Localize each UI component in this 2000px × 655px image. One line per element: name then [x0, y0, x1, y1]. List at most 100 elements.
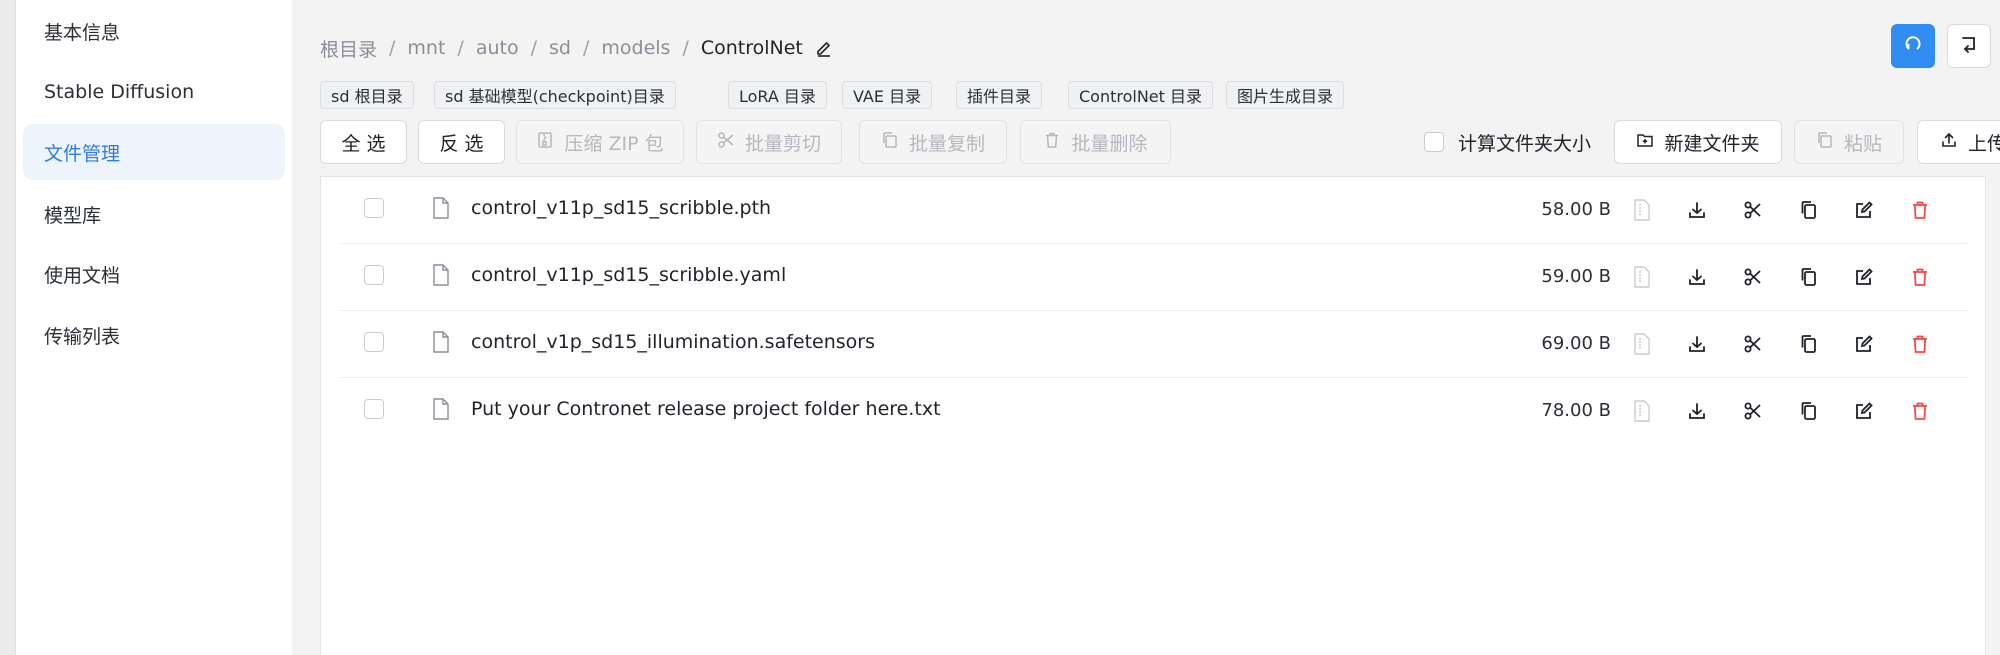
sidebar-item-basic-info[interactable]: 基本信息 — [23, 3, 285, 59]
breadcrumb-current: ControlNet — [700, 37, 803, 59]
file-icon — [432, 197, 450, 223]
row-checkbox[interactable] — [364, 399, 384, 419]
trash-icon — [1043, 131, 1061, 154]
breadcrumb-separator: / — [582, 37, 590, 59]
select-all-button[interactable]: 全 选 — [320, 120, 407, 164]
scissors-icon[interactable] — [1740, 398, 1766, 424]
scissors-icon[interactable] — [1740, 197, 1766, 223]
file-size: 58.00 B — [1541, 199, 1611, 220]
row-checkbox[interactable] — [364, 265, 384, 285]
file-list: control_v11p_sd15_scribble.pth 58.00 B c… — [320, 176, 1986, 655]
edit-icon[interactable] — [1851, 264, 1877, 290]
file-row[interactable]: control_v11p_sd15_scribble.pth 58.00 B — [341, 177, 1967, 244]
file-preview-icon[interactable] — [1629, 398, 1655, 424]
sidebar-item-stable-diffusion[interactable]: Stable Diffusion — [23, 64, 285, 120]
paste-label: 粘贴 — [1843, 132, 1882, 155]
calc-folder-size-checkbox[interactable] — [1424, 132, 1444, 152]
batch-copy-button[interactable]: 批量复制 — [859, 120, 1007, 164]
sidebar-item-model-library[interactable]: 模型库 — [23, 186, 285, 242]
zip-icon — [536, 131, 554, 154]
copy-icon[interactable] — [1796, 331, 1822, 357]
download-icon[interactable] — [1684, 264, 1710, 290]
breadcrumb-item-models[interactable]: models — [601, 37, 670, 59]
tag-sd-root[interactable]: sd 根目录 — [320, 81, 414, 109]
batch-copy-label: 批量复制 — [908, 132, 985, 155]
file-name[interactable]: control_v1p_sd15_illumination.safetensor… — [471, 331, 875, 353]
file-name[interactable]: Put your Contronet release project folde… — [471, 398, 941, 420]
sidebar-item-label: 基本信息 — [44, 21, 121, 44]
scissors-icon[interactable] — [1740, 331, 1766, 357]
new-folder-label: 新建文件夹 — [1664, 132, 1760, 155]
trash-icon[interactable] — [1907, 197, 1933, 223]
file-manager-panel: 根目录 / mnt / auto / sd / models / Control… — [292, 0, 2000, 655]
copy-icon[interactable] — [1796, 398, 1822, 424]
tag-checkpoint-dir[interactable]: sd 基础模型(checkpoint)目录 — [434, 81, 676, 109]
sidebar-item-label: 模型库 — [44, 204, 102, 227]
sidebar-item-label: 传输列表 — [44, 325, 121, 348]
file-icon — [432, 398, 450, 424]
sidebar-item-label: Stable Diffusion — [44, 81, 195, 103]
refresh-icon — [1903, 34, 1923, 58]
file-preview-icon[interactable] — [1629, 264, 1655, 290]
scissors-icon[interactable] — [1740, 264, 1766, 290]
breadcrumb-separator: / — [389, 37, 396, 59]
edit-icon[interactable] — [1851, 398, 1877, 424]
paste-button[interactable]: 粘贴 — [1794, 120, 1904, 164]
upload-label: 上传 — [1967, 132, 2000, 155]
file-size: 59.00 B — [1541, 266, 1611, 287]
download-icon[interactable] — [1684, 331, 1710, 357]
file-row[interactable]: control_v1p_sd15_illumination.safetensor… — [341, 311, 1967, 378]
upload-icon — [1940, 131, 1958, 154]
invert-select-button[interactable]: 反 选 — [418, 120, 505, 164]
upload-button[interactable]: 上传 — [1917, 120, 2000, 164]
batch-delete-button[interactable]: 批量删除 — [1020, 120, 1171, 164]
new-folder-button[interactable]: 新建文件夹 — [1614, 120, 1782, 164]
tag-controlnet-dir[interactable]: ControlNet 目录 — [1068, 81, 1214, 109]
file-size: 69.00 B — [1541, 333, 1611, 354]
breadcrumb-separator: / — [682, 37, 689, 59]
breadcrumb: 根目录 / mnt / auto / sd / models / Control… — [320, 34, 833, 62]
copy-icon[interactable] — [1796, 264, 1822, 290]
file-name[interactable]: control_v11p_sd15_scribble.yaml — [471, 264, 786, 286]
calc-folder-size-label: 计算文件夹大小 — [1458, 132, 1592, 155]
sidebar-item-label: 文件管理 — [44, 142, 121, 165]
toolbar: 全 选 反 选 压缩 ZIP 包 批量剪切 批量复制 批量删除 计算文件夹大小 … — [320, 120, 2000, 164]
row-checkbox[interactable] — [364, 332, 384, 352]
zip-button[interactable]: 压缩 ZIP 包 — [516, 120, 684, 164]
copy-icon[interactable] — [1796, 197, 1822, 223]
row-checkbox[interactable] — [364, 198, 384, 218]
sidebar-item-file-manager[interactable]: 文件管理 — [23, 124, 285, 180]
calc-folder-size-toggle[interactable]: 计算文件夹大小 — [1424, 120, 1591, 164]
zip-label: 压缩 ZIP 包 — [564, 132, 664, 155]
download-icon[interactable] — [1684, 197, 1710, 223]
edit-icon[interactable] — [1851, 331, 1877, 357]
download-icon[interactable] — [1684, 398, 1710, 424]
sidebar-item-docs[interactable]: 使用文档 — [23, 246, 285, 302]
file-preview-icon[interactable] — [1629, 197, 1655, 223]
tag-lora-dir[interactable]: LoRA 目录 — [728, 81, 827, 109]
file-size: 78.00 B — [1541, 400, 1611, 421]
trash-icon[interactable] — [1907, 398, 1933, 424]
return-button[interactable] — [1947, 24, 1991, 68]
tag-plugin-dir[interactable]: 插件目录 — [956, 81, 1043, 109]
file-row[interactable]: Put your Contronet release project folde… — [341, 378, 1967, 445]
breadcrumb-item-sd[interactable]: sd — [549, 37, 571, 59]
breadcrumb-separator: / — [530, 37, 537, 59]
file-row[interactable]: control_v11p_sd15_scribble.yaml 59.00 B — [341, 244, 1967, 311]
sidebar-item-transfer-list[interactable]: 传输列表 — [23, 307, 285, 363]
trash-icon[interactable] — [1907, 331, 1933, 357]
batch-cut-button[interactable]: 批量剪切 — [696, 120, 842, 164]
breadcrumb-item-mnt[interactable]: mnt — [407, 37, 445, 59]
file-name[interactable]: control_v11p_sd15_scribble.pth — [471, 197, 771, 219]
breadcrumb-item-root[interactable]: 根目录 — [320, 35, 377, 62]
breadcrumb-item-auto[interactable]: auto — [476, 37, 519, 59]
edit-icon[interactable] — [1851, 197, 1877, 223]
file-preview-icon[interactable] — [1629, 331, 1655, 357]
tag-image-output-dir[interactable]: 图片生成目录 — [1226, 81, 1345, 109]
trash-icon[interactable] — [1907, 264, 1933, 290]
tag-vae-dir[interactable]: VAE 目录 — [842, 81, 933, 109]
edit-path-icon[interactable] — [815, 39, 833, 57]
refresh-button[interactable] — [1891, 24, 1935, 68]
window-edge — [0, 0, 16, 655]
select-all-label: 全 选 — [341, 132, 386, 155]
